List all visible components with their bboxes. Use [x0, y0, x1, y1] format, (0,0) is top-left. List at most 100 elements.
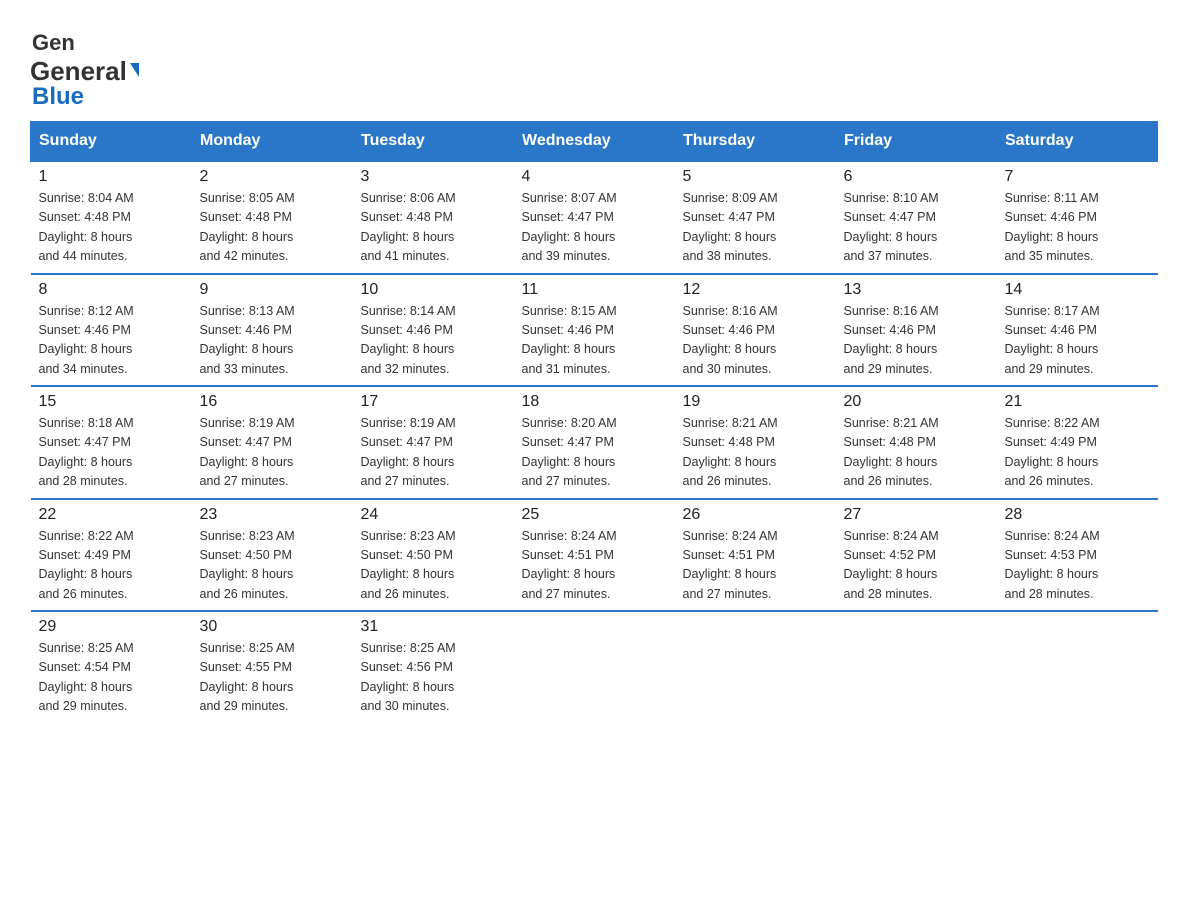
day-number: 20 — [844, 393, 989, 411]
week-row-4: 22 Sunrise: 8:22 AM Sunset: 4:49 PM Dayl… — [31, 499, 1158, 612]
header-thursday: Thursday — [675, 122, 836, 162]
day-number: 27 — [844, 506, 989, 524]
day-number: 14 — [1005, 281, 1150, 299]
day-number: 16 — [200, 393, 345, 411]
page-header: General General Blue — [30, 20, 1158, 111]
logo-icon: General — [30, 20, 74, 64]
day-number: 23 — [200, 506, 345, 524]
calendar-cell: 4 Sunrise: 8:07 AM Sunset: 4:47 PM Dayli… — [514, 161, 675, 274]
day-number: 2 — [200, 168, 345, 186]
calendar-cell: 13 Sunrise: 8:16 AM Sunset: 4:46 PM Dayl… — [836, 274, 997, 387]
day-number: 1 — [39, 168, 184, 186]
week-row-1: 1 Sunrise: 8:04 AM Sunset: 4:48 PM Dayli… — [31, 161, 1158, 274]
day-info: Sunrise: 8:12 AM Sunset: 4:46 PM Dayligh… — [39, 302, 184, 380]
logo: General General Blue — [30, 20, 139, 111]
calendar-cell — [997, 611, 1158, 723]
calendar-cell: 22 Sunrise: 8:22 AM Sunset: 4:49 PM Dayl… — [31, 499, 192, 612]
day-info: Sunrise: 8:23 AM Sunset: 4:50 PM Dayligh… — [361, 527, 506, 605]
day-number: 7 — [1005, 168, 1150, 186]
day-info: Sunrise: 8:15 AM Sunset: 4:46 PM Dayligh… — [522, 302, 667, 380]
calendar-cell: 14 Sunrise: 8:17 AM Sunset: 4:46 PM Dayl… — [997, 274, 1158, 387]
day-info: Sunrise: 8:21 AM Sunset: 4:48 PM Dayligh… — [844, 414, 989, 492]
day-number: 4 — [522, 168, 667, 186]
calendar-cell: 8 Sunrise: 8:12 AM Sunset: 4:46 PM Dayli… — [31, 274, 192, 387]
header-monday: Monday — [192, 122, 353, 162]
day-number: 25 — [522, 506, 667, 524]
calendar-cell: 16 Sunrise: 8:19 AM Sunset: 4:47 PM Dayl… — [192, 386, 353, 499]
calendar-cell: 1 Sunrise: 8:04 AM Sunset: 4:48 PM Dayli… — [31, 161, 192, 274]
week-row-2: 8 Sunrise: 8:12 AM Sunset: 4:46 PM Dayli… — [31, 274, 1158, 387]
calendar-cell — [836, 611, 997, 723]
day-info: Sunrise: 8:24 AM Sunset: 4:53 PM Dayligh… — [1005, 527, 1150, 605]
logo-blue-text: Blue — [30, 83, 84, 111]
day-number: 22 — [39, 506, 184, 524]
calendar-cell: 17 Sunrise: 8:19 AM Sunset: 4:47 PM Dayl… — [353, 386, 514, 499]
header-saturday: Saturday — [997, 122, 1158, 162]
day-info: Sunrise: 8:18 AM Sunset: 4:47 PM Dayligh… — [39, 414, 184, 492]
calendar-header-row: Sunday Monday Tuesday Wednesday Thursday… — [31, 122, 1158, 162]
calendar-cell — [675, 611, 836, 723]
calendar-table: Sunday Monday Tuesday Wednesday Thursday… — [30, 121, 1158, 723]
day-info: Sunrise: 8:16 AM Sunset: 4:46 PM Dayligh… — [844, 302, 989, 380]
calendar-cell: 20 Sunrise: 8:21 AM Sunset: 4:48 PM Dayl… — [836, 386, 997, 499]
calendar-cell: 18 Sunrise: 8:20 AM Sunset: 4:47 PM Dayl… — [514, 386, 675, 499]
calendar-cell: 7 Sunrise: 8:11 AM Sunset: 4:46 PM Dayli… — [997, 161, 1158, 274]
day-number: 3 — [361, 168, 506, 186]
day-info: Sunrise: 8:21 AM Sunset: 4:48 PM Dayligh… — [683, 414, 828, 492]
week-row-5: 29 Sunrise: 8:25 AM Sunset: 4:54 PM Dayl… — [31, 611, 1158, 723]
calendar-cell: 24 Sunrise: 8:23 AM Sunset: 4:50 PM Dayl… — [353, 499, 514, 612]
day-info: Sunrise: 8:09 AM Sunset: 4:47 PM Dayligh… — [683, 189, 828, 267]
day-info: Sunrise: 8:22 AM Sunset: 4:49 PM Dayligh… — [39, 527, 184, 605]
day-info: Sunrise: 8:25 AM Sunset: 4:56 PM Dayligh… — [361, 639, 506, 717]
day-info: Sunrise: 8:17 AM Sunset: 4:46 PM Dayligh… — [1005, 302, 1150, 380]
day-info: Sunrise: 8:25 AM Sunset: 4:55 PM Dayligh… — [200, 639, 345, 717]
calendar-cell: 31 Sunrise: 8:25 AM Sunset: 4:56 PM Dayl… — [353, 611, 514, 723]
day-number: 13 — [844, 281, 989, 299]
day-number: 26 — [683, 506, 828, 524]
calendar-cell: 19 Sunrise: 8:21 AM Sunset: 4:48 PM Dayl… — [675, 386, 836, 499]
day-info: Sunrise: 8:22 AM Sunset: 4:49 PM Dayligh… — [1005, 414, 1150, 492]
day-number: 8 — [39, 281, 184, 299]
day-number: 28 — [1005, 506, 1150, 524]
day-info: Sunrise: 8:13 AM Sunset: 4:46 PM Dayligh… — [200, 302, 345, 380]
day-number: 9 — [200, 281, 345, 299]
calendar-cell: 15 Sunrise: 8:18 AM Sunset: 4:47 PM Dayl… — [31, 386, 192, 499]
day-info: Sunrise: 8:11 AM Sunset: 4:46 PM Dayligh… — [1005, 189, 1150, 267]
calendar-cell: 28 Sunrise: 8:24 AM Sunset: 4:53 PM Dayl… — [997, 499, 1158, 612]
header-tuesday: Tuesday — [353, 122, 514, 162]
day-number: 5 — [683, 168, 828, 186]
day-number: 17 — [361, 393, 506, 411]
day-number: 12 — [683, 281, 828, 299]
day-number: 11 — [522, 281, 667, 299]
calendar-cell: 6 Sunrise: 8:10 AM Sunset: 4:47 PM Dayli… — [836, 161, 997, 274]
day-number: 15 — [39, 393, 184, 411]
calendar-cell: 11 Sunrise: 8:15 AM Sunset: 4:46 PM Dayl… — [514, 274, 675, 387]
day-info: Sunrise: 8:14 AM Sunset: 4:46 PM Dayligh… — [361, 302, 506, 380]
day-info: Sunrise: 8:24 AM Sunset: 4:52 PM Dayligh… — [844, 527, 989, 605]
calendar-cell: 30 Sunrise: 8:25 AM Sunset: 4:55 PM Dayl… — [192, 611, 353, 723]
day-number: 29 — [39, 618, 184, 636]
header-wednesday: Wednesday — [514, 122, 675, 162]
day-info: Sunrise: 8:16 AM Sunset: 4:46 PM Dayligh… — [683, 302, 828, 380]
day-number: 31 — [361, 618, 506, 636]
day-info: Sunrise: 8:24 AM Sunset: 4:51 PM Dayligh… — [683, 527, 828, 605]
calendar-cell: 27 Sunrise: 8:24 AM Sunset: 4:52 PM Dayl… — [836, 499, 997, 612]
day-number: 24 — [361, 506, 506, 524]
calendar-cell: 25 Sunrise: 8:24 AM Sunset: 4:51 PM Dayl… — [514, 499, 675, 612]
day-info: Sunrise: 8:06 AM Sunset: 4:48 PM Dayligh… — [361, 189, 506, 267]
day-number: 6 — [844, 168, 989, 186]
day-info: Sunrise: 8:05 AM Sunset: 4:48 PM Dayligh… — [200, 189, 345, 267]
day-info: Sunrise: 8:19 AM Sunset: 4:47 PM Dayligh… — [200, 414, 345, 492]
week-row-3: 15 Sunrise: 8:18 AM Sunset: 4:47 PM Dayl… — [31, 386, 1158, 499]
day-number: 10 — [361, 281, 506, 299]
calendar-cell: 21 Sunrise: 8:22 AM Sunset: 4:49 PM Dayl… — [997, 386, 1158, 499]
day-info: Sunrise: 8:10 AM Sunset: 4:47 PM Dayligh… — [844, 189, 989, 267]
calendar-cell: 26 Sunrise: 8:24 AM Sunset: 4:51 PM Dayl… — [675, 499, 836, 612]
day-info: Sunrise: 8:24 AM Sunset: 4:51 PM Dayligh… — [522, 527, 667, 605]
header-sunday: Sunday — [31, 122, 192, 162]
calendar-cell: 10 Sunrise: 8:14 AM Sunset: 4:46 PM Dayl… — [353, 274, 514, 387]
day-info: Sunrise: 8:19 AM Sunset: 4:47 PM Dayligh… — [361, 414, 506, 492]
calendar-cell — [514, 611, 675, 723]
day-number: 30 — [200, 618, 345, 636]
day-number: 19 — [683, 393, 828, 411]
